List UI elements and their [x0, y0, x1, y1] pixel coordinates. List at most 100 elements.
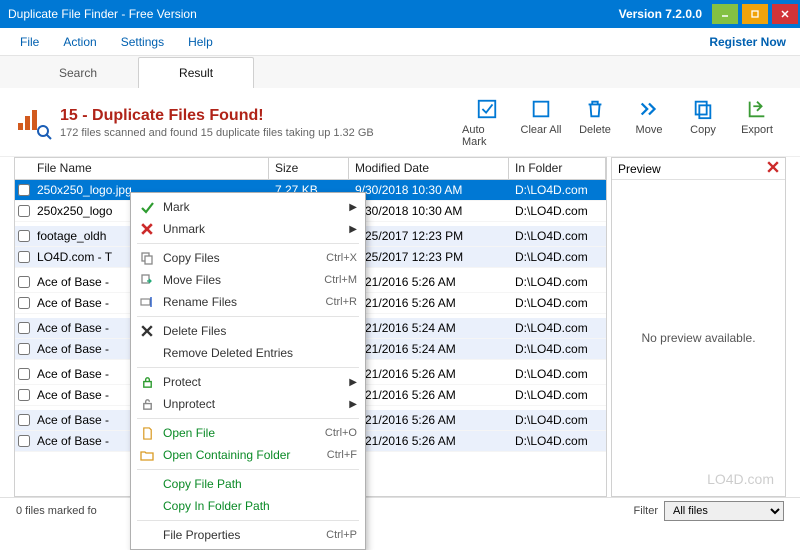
folder-icon — [137, 449, 157, 462]
menu-file[interactable]: File — [8, 31, 51, 53]
row-checkbox[interactable] — [18, 368, 30, 380]
cm-shortcut: Ctrl+M — [316, 274, 357, 286]
cm-file-properties[interactable]: File Properties Ctrl+P — [133, 524, 363, 546]
file-icon — [137, 427, 157, 440]
filter-label: Filter — [634, 505, 658, 517]
cell-modified: 9/30/2018 10:30 AM — [349, 204, 509, 218]
tab-search[interactable]: Search — [18, 57, 138, 88]
row-checkbox[interactable] — [18, 184, 30, 196]
cm-rename-files[interactable]: Rename Files Ctrl+R — [133, 291, 363, 313]
row-checkbox[interactable] — [18, 251, 30, 263]
menu-help[interactable]: Help — [176, 31, 225, 53]
submenu-arrow-icon: ▶ — [349, 377, 357, 388]
cm-open-file-label: Open File — [157, 426, 317, 440]
menu-action[interactable]: Action — [51, 31, 108, 53]
cm-remove-deleted[interactable]: Remove Deleted Entries — [133, 342, 363, 364]
col-folder[interactable]: In Folder — [509, 158, 606, 179]
cell-modified: 9/25/2017 12:23 PM — [349, 229, 509, 243]
cell-modified: 4/21/2016 5:26 AM — [349, 367, 509, 381]
clearall-label: Clear All — [521, 124, 562, 136]
cm-protect[interactable]: Protect ▶ — [133, 371, 363, 393]
title-bar: Duplicate File Finder - Free Version Ver… — [0, 0, 800, 28]
move-icon — [137, 273, 157, 287]
copy-button[interactable]: Copy — [678, 98, 728, 148]
cm-unmark[interactable]: Unmark ▶ — [133, 218, 363, 240]
unlock-icon — [137, 398, 157, 411]
cell-folder: D:\LO4D.com — [509, 275, 606, 289]
cm-unprotect-label: Unprotect — [157, 397, 349, 411]
close-button[interactable] — [772, 4, 798, 24]
cm-copy-file-path[interactable]: Copy File Path — [133, 473, 363, 495]
cm-open-folder-label: Open Containing Folder — [157, 448, 319, 462]
cell-modified: 4/21/2016 5:26 AM — [349, 413, 509, 427]
move-button[interactable]: Move — [624, 98, 674, 148]
cm-file-properties-label: File Properties — [157, 528, 318, 542]
cell-modified: 4/21/2016 5:26 AM — [349, 434, 509, 448]
delete-icon — [137, 325, 157, 337]
col-size[interactable]: Size — [269, 158, 349, 179]
cm-shortcut: Ctrl+O — [317, 427, 357, 439]
cm-rename-files-label: Rename Files — [157, 295, 318, 309]
result-title: 15 - Duplicate Files Found! — [60, 107, 374, 125]
preview-title: Preview — [618, 162, 767, 176]
cm-move-files[interactable]: Move Files Ctrl+M — [133, 269, 363, 291]
cm-shortcut: Ctrl+F — [319, 449, 357, 461]
submenu-arrow-icon: ▶ — [349, 202, 357, 213]
status-marked-text: 0 files marked fo — [16, 505, 97, 517]
cell-folder: D:\LO4D.com — [509, 388, 606, 402]
tab-result[interactable]: Result — [138, 57, 254, 88]
cm-protect-label: Protect — [157, 375, 349, 389]
preview-close-icon[interactable] — [767, 161, 779, 176]
clearall-button[interactable]: Clear All — [516, 98, 566, 148]
cm-copy-files-label: Copy Files — [157, 251, 318, 265]
cell-folder: D:\LO4D.com — [509, 204, 606, 218]
cm-open-file[interactable]: Open File Ctrl+O — [133, 422, 363, 444]
result-subtitle: 172 files scanned and found 15 duplicate… — [60, 127, 374, 139]
cm-move-files-label: Move Files — [157, 273, 316, 287]
cm-delete-files[interactable]: Delete Files — [133, 320, 363, 342]
row-checkbox[interactable] — [18, 205, 30, 217]
maximize-button[interactable] — [742, 4, 768, 24]
row-checkbox[interactable] — [18, 322, 30, 334]
move-label: Move — [636, 124, 663, 136]
check-icon — [137, 200, 157, 214]
cm-mark-label: Mark — [157, 200, 349, 214]
cell-modified: 4/21/2016 5:26 AM — [349, 296, 509, 310]
rename-icon — [137, 295, 157, 309]
cell-modified: 4/21/2016 5:24 AM — [349, 342, 509, 356]
cell-modified: 9/25/2017 12:23 PM — [349, 250, 509, 264]
row-checkbox[interactable] — [18, 230, 30, 242]
menu-settings[interactable]: Settings — [109, 31, 176, 53]
cm-copy-files[interactable]: Copy Files Ctrl+X — [133, 247, 363, 269]
cm-mark[interactable]: Mark ▶ — [133, 196, 363, 218]
cm-copy-in-folder-path[interactable]: Copy In Folder Path — [133, 495, 363, 517]
col-filename[interactable]: File Name — [15, 158, 269, 179]
cm-copy-in-folder-label: Copy In Folder Path — [157, 499, 357, 513]
cell-folder: D:\LO4D.com — [509, 229, 606, 243]
row-checkbox[interactable] — [18, 389, 30, 401]
cm-unmark-label: Unmark — [157, 222, 349, 236]
cm-shortcut: Ctrl+P — [318, 529, 357, 541]
export-button[interactable]: Export — [732, 98, 782, 148]
register-link[interactable]: Register Now — [709, 35, 792, 49]
row-checkbox[interactable] — [18, 414, 30, 426]
cell-modified: 9/30/2018 10:30 AM — [349, 183, 509, 197]
app-version: Version 7.2.0.0 — [619, 7, 710, 21]
cm-unprotect[interactable]: Unprotect ▶ — [133, 393, 363, 415]
row-checkbox[interactable] — [18, 276, 30, 288]
row-checkbox[interactable] — [18, 435, 30, 447]
col-modified[interactable]: Modified Date — [349, 158, 509, 179]
delete-button[interactable]: Delete — [570, 98, 620, 148]
preview-empty-text: No preview available. — [612, 180, 785, 496]
minimize-button[interactable] — [712, 4, 738, 24]
cm-open-folder[interactable]: Open Containing Folder Ctrl+F — [133, 444, 363, 466]
automark-button[interactable]: Auto Mark — [462, 98, 512, 148]
copy-icon — [137, 251, 157, 265]
app-logo-icon — [18, 108, 50, 138]
cell-folder: D:\LO4D.com — [509, 367, 606, 381]
row-checkbox[interactable] — [18, 343, 30, 355]
cell-folder: D:\LO4D.com — [509, 250, 606, 264]
cell-modified: 4/21/2016 5:26 AM — [349, 275, 509, 289]
row-checkbox[interactable] — [18, 297, 30, 309]
preview-panel: Preview No preview available. — [611, 157, 786, 497]
